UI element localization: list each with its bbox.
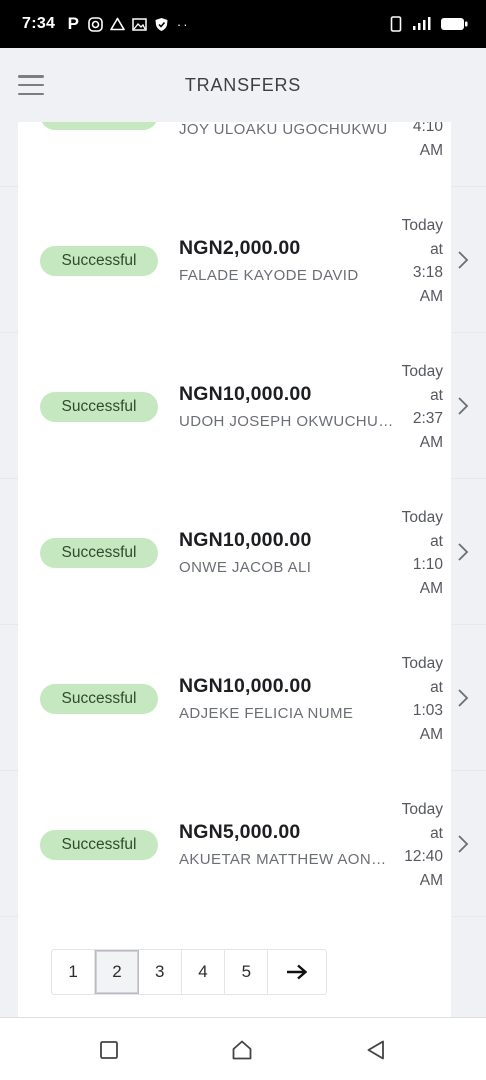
system-nav-bar (0, 1017, 486, 1080)
recipient-name: AKUETAR MATTHEW AOND… (179, 851, 397, 868)
page-5-button[interactable]: 5 (225, 950, 269, 994)
page-1-button[interactable]: 1 (52, 950, 96, 994)
transfer-time: 4:10 AM (412, 122, 443, 159)
status-badge: Successful (40, 830, 158, 860)
transfer-rows: Successful NGN2,000.00 FALADE KAYODE DAV… (0, 187, 486, 1017)
transfer-time: Today at 12:40 AM (401, 801, 443, 889)
shield-icon (153, 16, 169, 32)
chevron-right-icon[interactable] (455, 541, 471, 563)
instagram-icon (87, 16, 103, 32)
drive-icon (109, 16, 125, 32)
paypal-icon: P (67, 14, 79, 33)
recipient-name: FALADE KAYODE DAVID (179, 267, 359, 284)
status-badge (40, 122, 158, 130)
page-4-button[interactable]: 4 (182, 950, 226, 994)
status-badge: Successful (40, 684, 158, 714)
signal-icon (412, 16, 432, 32)
recipient-name: ONWE JACOB ALI (179, 559, 312, 576)
notification-icons: P ·· (65, 14, 191, 33)
pagination: 1 2 3 4 5 (51, 949, 328, 995)
arrow-right-icon (287, 964, 308, 980)
recipient-name: JOY ULOAKU UGOCHUKWU (179, 122, 388, 138)
status-bar: 7:34 P ·· (0, 0, 486, 48)
status-badge: Successful (40, 538, 158, 568)
transfer-time: Today at 2:37 AM (401, 363, 443, 451)
transfer-amount: NGN2,000.00 (179, 237, 301, 259)
transfer-amount: NGN10,000.00 (179, 383, 312, 405)
list-item[interactable]: JOY ULOAKU UGOCHUKWU 4:10 AM (0, 122, 486, 187)
gallery-icon (131, 16, 147, 32)
list-item[interactable]: Successful NGN10,000.00 ADJEKE FELICIA N… (0, 625, 486, 771)
transfer-amount: NGN10,000.00 (179, 675, 312, 697)
chevron-right-icon[interactable] (455, 833, 471, 855)
home-icon[interactable] (230, 1038, 254, 1062)
page-title: TRANSFERS (184, 74, 302, 95)
list-item[interactable]: Successful NGN5,000.00 AKUETAR MATTHEW A… (0, 771, 486, 917)
recents-square-icon[interactable] (97, 1038, 121, 1062)
page-2-button[interactable]: 2 (95, 950, 139, 994)
transfers-list[interactable]: JOY ULOAKU UGOCHUKWU 4:10 AM Successful … (0, 122, 486, 1017)
next-page-button[interactable] (268, 950, 326, 994)
recipient-name: ADJEKE FELICIA NUME (179, 705, 354, 722)
recipient-name: UDOH JOSEPH OKWUCHUK… (179, 413, 397, 430)
transfer-amount: NGN10,000.00 (179, 529, 312, 551)
chevron-right-icon[interactable] (455, 687, 471, 709)
pagination-area: 1 2 3 4 5 (0, 917, 486, 1017)
vibrate-icon (388, 16, 404, 32)
status-badge: Successful (40, 392, 158, 422)
page-3-button[interactable]: 3 (139, 950, 182, 994)
back-triangle-icon[interactable] (364, 1038, 388, 1062)
chevron-right-icon[interactable] (455, 249, 471, 271)
transfer-time: Today at 1:03 AM (401, 655, 443, 743)
battery-icon (440, 16, 468, 32)
transfer-amount: NGN5,000.00 (179, 821, 301, 843)
status-right (388, 16, 468, 32)
app-header: TRANSFERS (0, 48, 486, 122)
chevron-right-icon[interactable] (455, 395, 471, 417)
status-badge: Successful (40, 246, 158, 276)
list-item[interactable]: Successful NGN2,000.00 FALADE KAYODE DAV… (0, 187, 486, 333)
more-dots-icon: ·· (176, 16, 190, 32)
list-item[interactable]: Successful NGN10,000.00 UDOH JOSEPH OKWU… (0, 333, 486, 479)
transfer-time: Today at 3:18 AM (401, 217, 443, 305)
hamburger-icon[interactable] (18, 75, 44, 95)
transfer-time: Today at 1:10 AM (401, 509, 443, 597)
list-item[interactable]: Successful NGN10,000.00 ONWE JACOB ALI T… (0, 479, 486, 625)
status-time: 7:34 (22, 15, 56, 32)
